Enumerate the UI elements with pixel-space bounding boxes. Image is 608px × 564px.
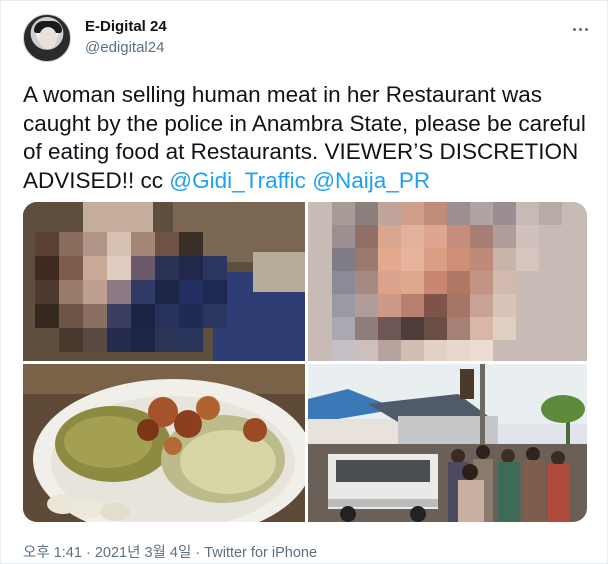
media-photo-3[interactable] bbox=[23, 364, 305, 522]
media-photo-4[interactable] bbox=[308, 364, 587, 522]
photo-4-image bbox=[308, 364, 587, 522]
tweet-time[interactable]: 오후 1:41 bbox=[23, 545, 82, 561]
photo-2-image bbox=[308, 202, 587, 361]
tweet-source[interactable]: Twitter for iPhone bbox=[204, 545, 317, 561]
author-display-name[interactable]: E-Digital 24 bbox=[85, 18, 167, 35]
author-handle[interactable]: @edigital24 bbox=[85, 39, 164, 56]
media-photo-2[interactable] bbox=[308, 202, 587, 361]
mention-gidi-traffic[interactable]: @Gidi_Traffic bbox=[169, 168, 306, 193]
meta-separator-2: · bbox=[191, 545, 205, 561]
media-grid bbox=[23, 202, 587, 522]
avatar[interactable] bbox=[23, 14, 71, 62]
photo-1-image bbox=[23, 202, 305, 361]
tweet-meta: 오후 1:41 · 2021년 3월 4일 · Twitter for iPho… bbox=[23, 541, 317, 562]
tweet-text: A woman selling human meat in her Restau… bbox=[23, 81, 593, 195]
meta-separator-1: · bbox=[81, 545, 95, 561]
mention-naija-pr[interactable]: @Naija_PR bbox=[312, 168, 430, 193]
media-photo-1[interactable] bbox=[23, 202, 305, 361]
avatar-face bbox=[39, 27, 57, 49]
photo-3-image bbox=[23, 364, 305, 522]
tweet-card[interactable]: E-Digital 24 @edigital24 A woman selling… bbox=[0, 0, 608, 564]
tweet-date[interactable]: 2021년 3월 4일 bbox=[95, 545, 191, 561]
more-icon[interactable] bbox=[567, 21, 593, 37]
